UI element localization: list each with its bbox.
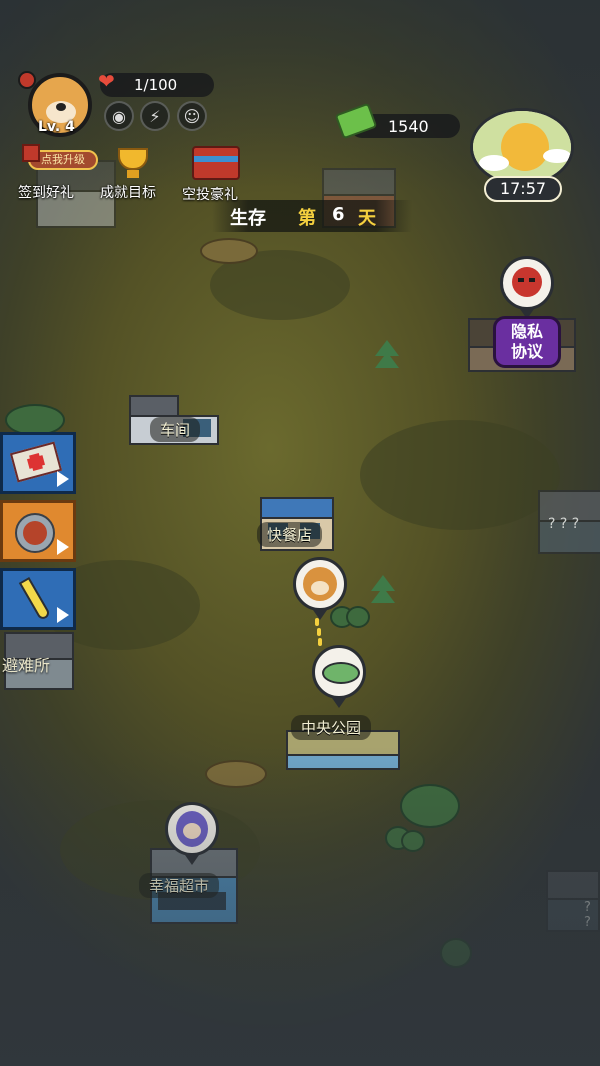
level-label: Lv. 4: [38, 119, 75, 135]
play-icon: [57, 471, 69, 487]
survivor-avatar-icon: [176, 811, 208, 847]
money-counter: 1540: [334, 102, 460, 140]
crate-strap: [194, 156, 238, 162]
mood-icon[interactable]: ☺: [177, 101, 207, 131]
unknown-location-label: ? ? ?: [548, 516, 580, 532]
basin-icon: [322, 662, 360, 684]
park-pin[interactable]: [312, 645, 366, 708]
notification-dot: [18, 71, 36, 89]
test-tube-icon: [18, 576, 52, 622]
health-bar: ❤ 1/100: [98, 69, 214, 97]
stomach-icon[interactable]: ◉: [104, 101, 134, 131]
trophy-icon: [118, 148, 148, 170]
privacy-line2: 协议: [510, 342, 543, 361]
location-label-garage[interactable]: 车间: [150, 417, 201, 442]
bush: [5, 404, 65, 436]
unknown-location-label: ? ?: [584, 900, 591, 930]
play-icon: [57, 607, 69, 623]
pine-tree: [372, 340, 402, 380]
achievement-label[interactable]: 成就目标: [100, 182, 156, 202]
privacy-line1: 隐私: [510, 322, 543, 341]
player-avatar[interactable]: Lv. 4: [18, 71, 98, 137]
location-label-supermarket[interactable]: 幸福超市: [139, 873, 220, 898]
first-aid-kit-icon: [9, 441, 63, 483]
pine-tree: [368, 575, 398, 615]
cloud-icon: [543, 149, 571, 163]
location-label-shelter[interactable]: 避难所: [2, 652, 50, 676]
health-value: 1/100: [134, 76, 178, 94]
location-label-courier[interactable]: 快餐店: [257, 522, 323, 547]
clock-time: 17:57: [484, 176, 562, 202]
side-item-canned-food[interactable]: [0, 500, 76, 562]
dog-avatar-icon: [303, 567, 337, 601]
weather-clock[interactable]: 17:57: [466, 108, 578, 204]
survival-day-banner: 生存 第 6 天: [212, 200, 412, 232]
day-number: 6: [332, 204, 345, 225]
airdrop-crate-icon: [192, 146, 240, 180]
player-location-pin[interactable]: [293, 557, 347, 620]
day-suffix: 天: [358, 208, 376, 229]
trophy-base: [127, 170, 139, 178]
day-word: 第: [298, 208, 316, 229]
ruins: [205, 760, 267, 788]
location-label-park[interactable]: 中央公园: [291, 715, 372, 740]
gift-icon: [22, 144, 40, 162]
ruins: [200, 238, 258, 264]
bush: [385, 826, 425, 852]
airdrop-button[interactable]: [186, 142, 246, 184]
energy-icon[interactable]: ⚡: [140, 101, 170, 131]
weather-dial: [470, 108, 574, 186]
survival-prefix: 生存: [230, 208, 266, 229]
bush: [440, 938, 472, 968]
privacy-button[interactable]: 隐私 协议: [493, 316, 561, 368]
devil-icon: [512, 267, 542, 297]
side-item-test-tube[interactable]: [0, 568, 76, 630]
side-item-first-aid[interactable]: [0, 432, 76, 494]
achievement-button[interactable]: [108, 146, 158, 182]
cloud-icon: [479, 155, 509, 171]
survivor-pin[interactable]: [165, 802, 219, 865]
canned-food-icon: [15, 513, 55, 553]
checkin-reward-label[interactable]: 签到好礼: [18, 182, 74, 202]
heart-icon: ❤: [98, 69, 115, 93]
demon-pin[interactable]: [500, 256, 554, 319]
play-icon: [57, 539, 69, 555]
bush: [330, 606, 370, 628]
money-value: 1540: [388, 117, 429, 136]
